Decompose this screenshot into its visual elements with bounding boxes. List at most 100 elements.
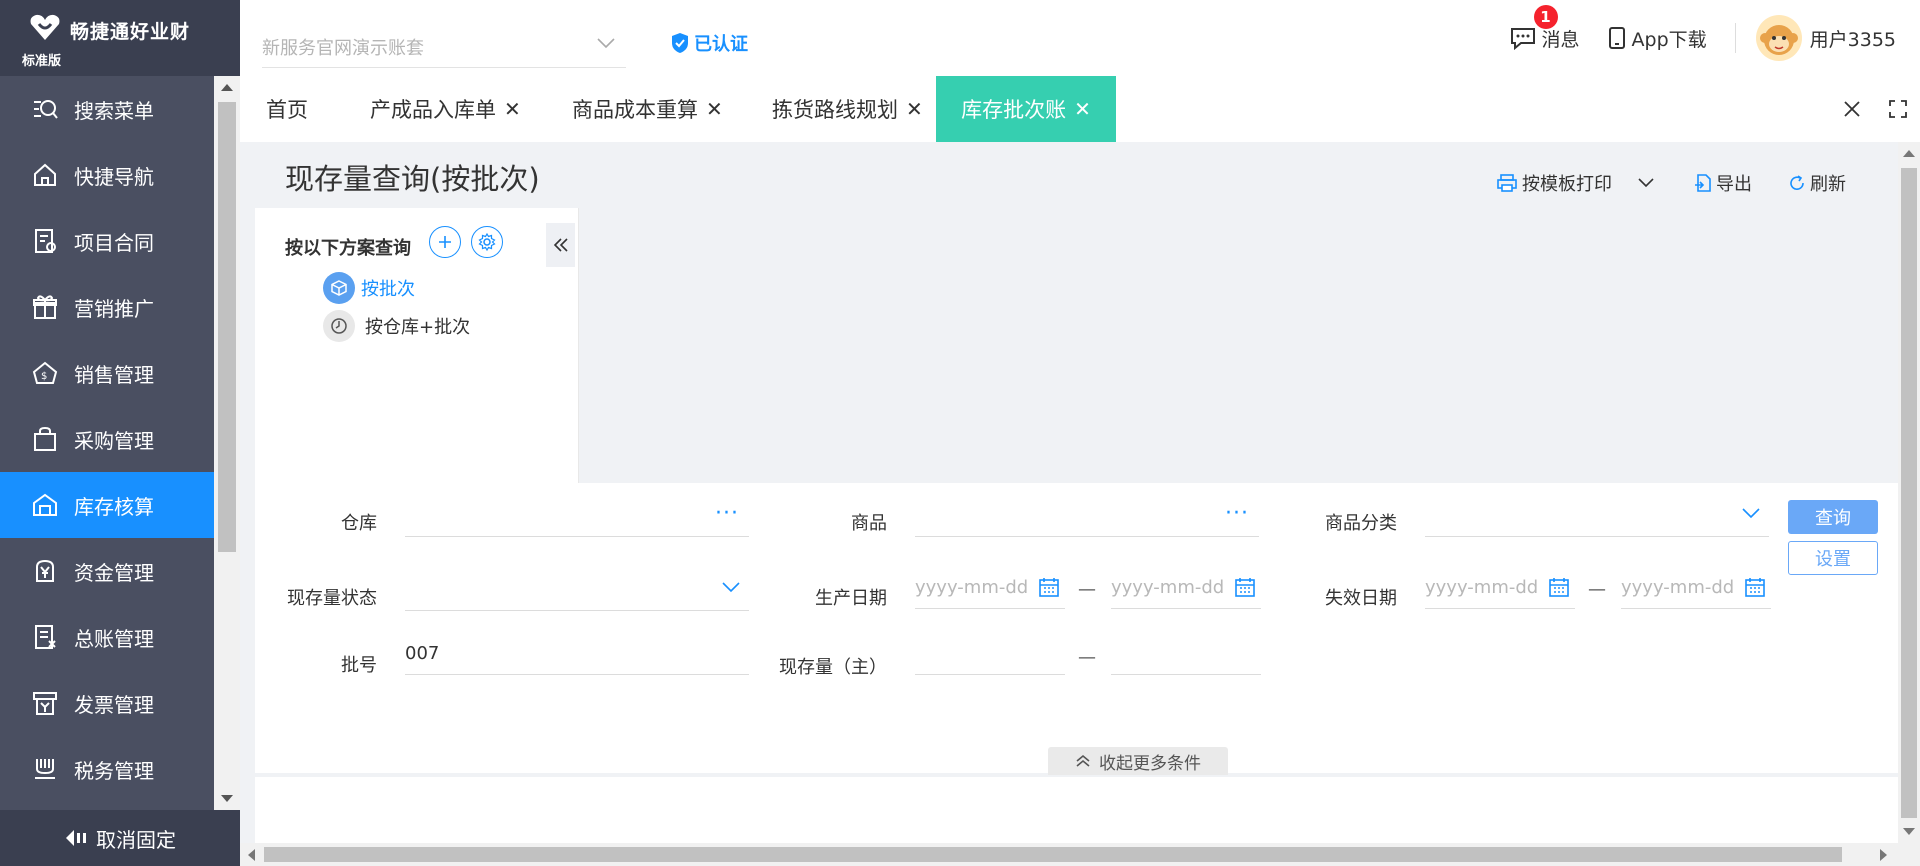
production-date-start[interactable]: yyyy-mm-dd (915, 567, 1065, 609)
ellipsis-icon[interactable]: ··· (1225, 501, 1249, 526)
sales-icon: $ (30, 358, 60, 388)
messages-button[interactable]: 1 消息 (1510, 4, 1580, 52)
settings-button[interactable]: 设置 (1788, 541, 1878, 575)
scheme-panel-title: 按以下方案查询 (285, 238, 411, 259)
scheme-by-warehouse-batch[interactable]: 按仓库+批次 (323, 310, 470, 342)
content-horizontal-scrollbar[interactable] (240, 843, 1920, 866)
content-vertical-scrollbar[interactable] (1898, 142, 1920, 843)
chevron-down-icon[interactable] (1638, 178, 1654, 188)
svg-text:$: $ (41, 371, 47, 382)
messages-label: 消息 (1541, 28, 1580, 51)
sidebar-item-invoice[interactable]: 发票管理 (0, 670, 214, 736)
account-select[interactable]: 新服务官网演示账套 (262, 26, 626, 68)
sidebar-item-inventory[interactable]: 库存核算 (0, 472, 214, 538)
bag-icon (30, 424, 60, 454)
chevron-down-icon (1742, 508, 1760, 519)
range-dash: — (1078, 579, 1096, 600)
sidebar-item-label: 搜索菜单 (74, 98, 154, 123)
scroll-right-icon[interactable] (1880, 849, 1887, 861)
result-area (255, 777, 1898, 843)
print-label: 按模板打印 (1522, 174, 1612, 195)
scheme-by-batch[interactable]: 按批次 (323, 272, 415, 304)
export-button[interactable]: 导出 (1694, 170, 1752, 196)
tab-cost-recalc[interactable]: 商品成本重算 ✕ (572, 76, 723, 142)
sidebar-item-purchase[interactable]: 采购管理 (0, 406, 214, 472)
production-date-end[interactable]: yyyy-mm-dd (1111, 567, 1261, 609)
stock-qty-min[interactable] (915, 633, 1065, 675)
expiry-date-end[interactable]: yyyy-mm-dd (1621, 567, 1771, 609)
unpin-button[interactable]: 取消固定 (0, 810, 240, 866)
search-menu-icon (30, 94, 60, 124)
sidebar-item-label: 税务管理 (74, 758, 154, 783)
sidebar-item-label: 采购管理 (74, 428, 154, 453)
product-label: 商品 (851, 513, 887, 534)
tab-label: 首页 (266, 98, 308, 122)
warehouse-label: 仓库 (341, 513, 377, 534)
tab-picking-route[interactable]: 拣货路线规划 ✕ (772, 76, 923, 142)
scrollbar-thumb[interactable] (264, 847, 1842, 862)
scroll-down-icon[interactable] (221, 795, 233, 802)
scheme-detail-area (579, 208, 1898, 483)
product-field[interactable]: ··· (915, 495, 1259, 537)
date-placeholder: yyyy-mm-dd (915, 577, 1029, 598)
query-button[interactable]: 查询 (1788, 500, 1878, 534)
scrollbar-thumb[interactable] (1901, 168, 1917, 818)
collapse-conditions-button[interactable]: 收起更多条件 (1048, 747, 1228, 775)
sidebar-item-marketing[interactable]: 营销推广 (0, 274, 214, 340)
plus-icon (439, 236, 451, 248)
sidebar-item-ledger[interactable]: 总账管理 (0, 604, 214, 670)
sidebar-scrollbar[interactable] (214, 76, 240, 810)
scroll-up-icon[interactable] (221, 84, 233, 91)
phone-icon (1608, 27, 1625, 49)
tab-finished-goods-receipt[interactable]: 产成品入库单 ✕ (370, 76, 521, 142)
scroll-left-icon[interactable] (248, 849, 255, 861)
certified-badge: 已认证 (670, 30, 748, 56)
app-download-label: App下载 (1631, 28, 1707, 51)
add-scheme-button[interactable] (429, 226, 461, 258)
home-icon (30, 160, 60, 190)
close-icon[interactable]: ✕ (504, 97, 521, 121)
scheme-settings-button[interactable] (471, 226, 503, 258)
cube-icon (323, 272, 355, 304)
scrollbar-thumb[interactable] (218, 102, 236, 552)
query-scheme-panel: 按以下方案查询 按批次 按仓库+批次 (255, 208, 579, 483)
user-menu[interactable]: 用户3355 (1755, 15, 1896, 61)
print-template-button[interactable]: 按模板打印 (1496, 170, 1658, 196)
sidebar-item-project-contract[interactable]: 项目合同 (0, 208, 214, 274)
page-toolbar: 按模板打印 导出 刷新 (1496, 170, 1882, 196)
category-label: 商品分类 (1325, 513, 1397, 534)
category-select[interactable] (1425, 495, 1769, 537)
scroll-up-icon[interactable] (1903, 150, 1915, 157)
tab-home[interactable]: 首页 (266, 76, 308, 142)
collapse-panel-button[interactable] (546, 223, 575, 267)
fullscreen-button[interactable] (1876, 76, 1920, 142)
stock-status-select[interactable] (405, 569, 749, 611)
batch-input[interactable]: 007 (405, 633, 749, 675)
warehouse-field[interactable]: ··· (405, 495, 749, 537)
sidebar-item-tax[interactable]: 税务管理 (0, 736, 214, 802)
expiry-date-start[interactable]: yyyy-mm-dd (1425, 567, 1575, 609)
sidebar-item-label: 销售管理 (74, 362, 154, 387)
sidebar-item-quick-nav[interactable]: 快捷导航 (0, 142, 214, 208)
sidebar-item-sales[interactable]: $ 销售管理 (0, 340, 214, 406)
tab-label: 商品成本重算 (572, 98, 698, 122)
batch-label: 批号 (341, 655, 377, 676)
stock-qty-max[interactable] (1111, 633, 1261, 675)
monkey-avatar-icon (1759, 25, 1798, 55)
sidebar-item-label: 快捷导航 (74, 164, 154, 189)
close-icon[interactable]: ✕ (1074, 97, 1091, 121)
printer-icon (1497, 174, 1517, 192)
refresh-button[interactable]: 刷新 (1788, 170, 1846, 196)
production-date-label: 生产日期 (815, 588, 887, 609)
app-download-button[interactable]: App下载 (1608, 25, 1707, 52)
close-icon[interactable]: ✕ (706, 97, 723, 121)
sidebar-item-funds[interactable]: 资金管理 (0, 538, 214, 604)
sidebar-item-search-menu[interactable]: 搜索菜单 (0, 76, 214, 142)
tab-label: 库存批次账 (961, 98, 1067, 122)
tab-inventory-batch-ledger[interactable]: 库存批次账 ✕ (936, 76, 1116, 142)
ellipsis-icon[interactable]: ··· (715, 501, 739, 526)
scroll-down-icon[interactable] (1903, 828, 1915, 835)
close-icon[interactable]: ✕ (906, 97, 923, 121)
range-dash: — (1588, 579, 1606, 600)
close-all-tabs-button[interactable] (1830, 76, 1874, 142)
